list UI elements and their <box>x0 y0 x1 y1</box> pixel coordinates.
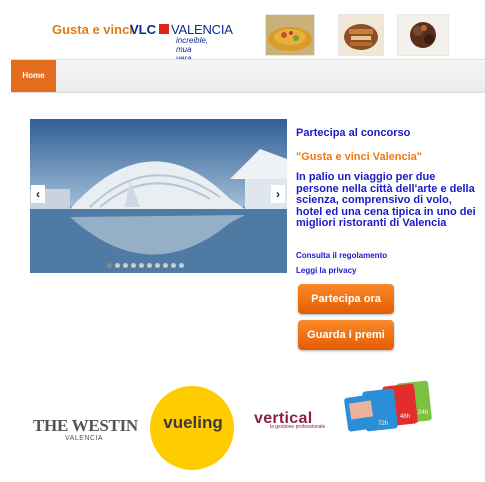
vueling-logo: vueling <box>163 413 223 432</box>
vlc-logo-square <box>159 24 169 34</box>
vertical-logo-sub: la gestione professionale <box>270 424 326 430</box>
vlc-logo-part1: VLC <box>130 22 156 37</box>
slider-pagination <box>107 263 184 269</box>
brand-title: Gusta e vinci <box>52 22 133 37</box>
dish-photo <box>338 14 384 56</box>
slider-dot[interactable] <box>115 263 120 268</box>
slider-dot[interactable] <box>131 263 136 268</box>
contest-subtitle: "Gusta e vinci Valencia" <box>296 151 422 163</box>
rules-link[interactable]: Consulta il regolamento <box>296 251 387 260</box>
slider-dot[interactable] <box>147 263 152 268</box>
slider-prev-button[interactable]: ‹ <box>31 185 45 203</box>
contest-description: In palio un viaggio per due persone nell… <box>296 171 476 229</box>
westin-logo-sub: VALENCIA <box>65 435 104 442</box>
slider-image <box>30 119 287 273</box>
paella-photo <box>265 14 315 56</box>
slider-dot[interactable] <box>139 263 144 268</box>
nav-home-tab[interactable]: Home <box>11 60 56 92</box>
slider-dot[interactable] <box>179 263 184 268</box>
slider-dot[interactable] <box>155 263 160 268</box>
prizes-button[interactable]: Guarda i premi <box>298 320 394 350</box>
slider-next-button[interactable]: › <box>271 185 285 203</box>
slider-dot[interactable] <box>107 263 112 268</box>
card-72h: 72h <box>378 421 388 427</box>
valencia-cards-image[interactable]: 72h 48h 24h <box>340 380 450 435</box>
image-slider[interactable] <box>30 119 287 273</box>
contest-title: Partecipa al concorso <box>296 127 411 139</box>
vlc-logo-part2: VALENCIA <box>171 22 233 37</box>
sponsors-bar: THE WESTIN VALENCIA vueling vertical la … <box>0 380 485 475</box>
card-48h: 48h <box>400 414 410 420</box>
participate-button[interactable]: Partecipa ora <box>298 284 394 314</box>
slider-dot[interactable] <box>171 263 176 268</box>
westin-logo[interactable]: THE WESTIN <box>33 416 138 436</box>
slider-dot[interactable] <box>163 263 168 268</box>
header: Gusta e vinci VLC VALENCIA increible, mu… <box>0 0 485 63</box>
slider-dot[interactable] <box>123 263 128 268</box>
privacy-link[interactable]: Leggi la privacy <box>296 266 356 275</box>
dessert-photo <box>397 14 449 56</box>
main-nav: Home <box>11 59 485 93</box>
card-24h: 24h <box>418 410 428 416</box>
